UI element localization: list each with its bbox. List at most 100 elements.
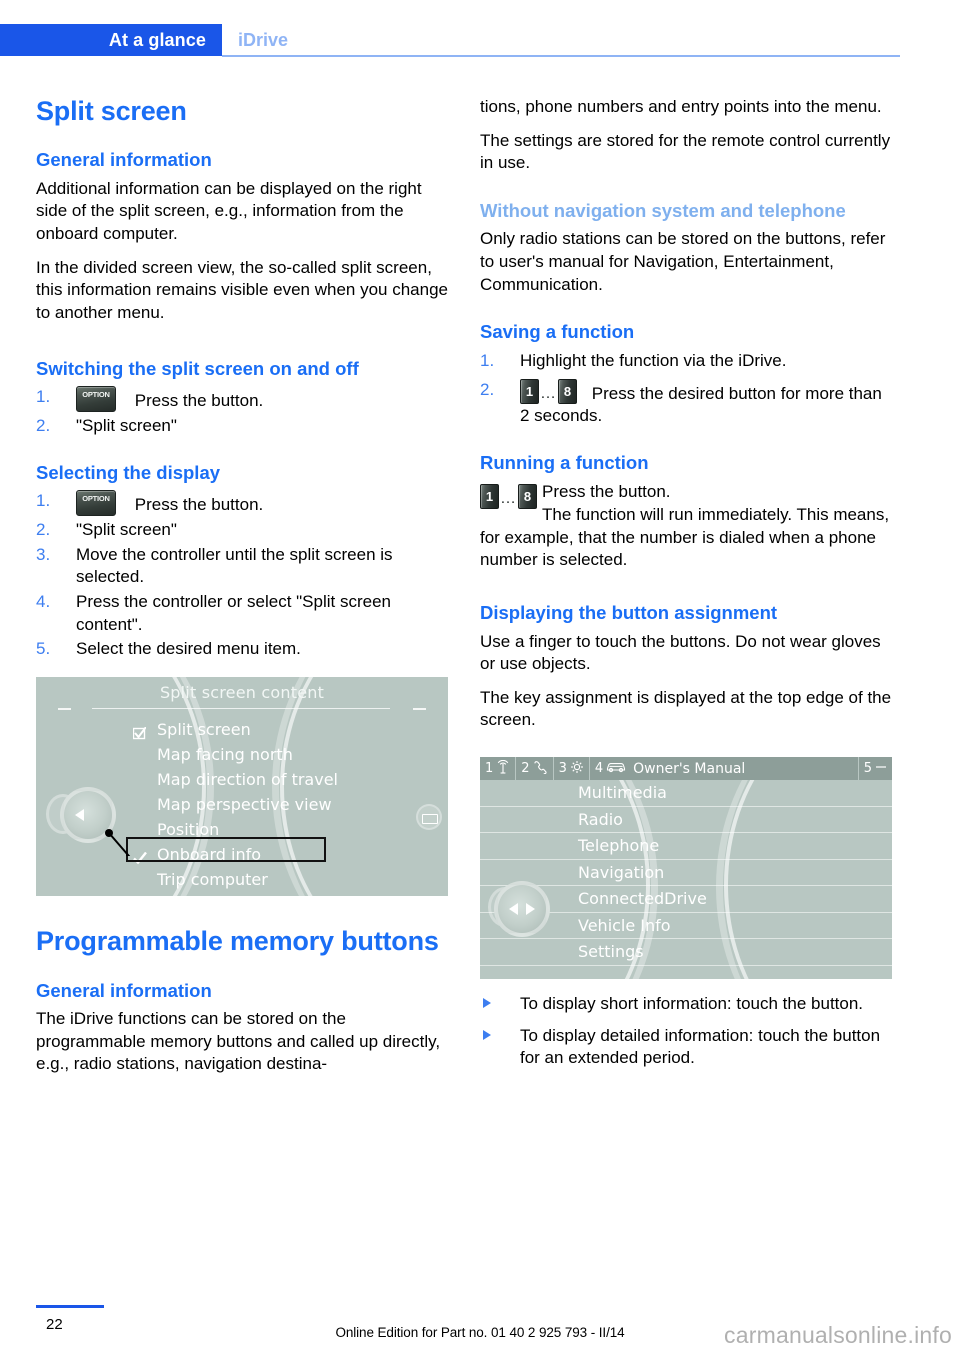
idrive-main-menu-list: Multimedia Radio Telephone Navigation Co… [480,780,892,966]
assignment-slot-1-number: 1 [485,761,494,776]
assignment-slot-2-number: 2 [521,761,530,776]
memory-button-8-icon: 8 [518,483,537,509]
step-number: 4. [36,592,51,612]
breadcrumb-tab-at-a-glance[interactable]: At a glance [0,24,222,56]
assignment-slot-3[interactable]: 3 [554,757,590,780]
idrive-screenshot-main-menu: 1 2 3 4 Owner's Manual 5 Multimedia Radi… [480,757,892,979]
idrive-main-menu-item-label: Radio [578,809,623,829]
step-item: 1. Highlight the function via the iDrive… [480,350,892,373]
breadcrumb-tab-idrive[interactable]: iDrive [238,24,288,56]
assignment-slot-5[interactable]: 5 [859,757,892,780]
idrive-screen-title: Split screen content [159,683,325,703]
bullet-item: To display short information: touch the … [480,993,892,1016]
car-icon [606,760,626,777]
step-number: 2. [36,519,51,539]
step-number: 1. [480,350,495,370]
idrive-main-menu-item-multimedia[interactable]: Multimedia [480,780,892,807]
idrive-main-menu-item-label: Telephone [578,836,660,855]
step-text: Highlight the function via the iDrive. [520,350,787,370]
step-item: 5. Select the desired menu item. [36,638,448,661]
idrive-menu-item-split-screen[interactable]: Split screen [132,717,402,742]
paragraph-continuation-1: tions, phone numbers and entry points in… [480,97,882,116]
step-number: 2. [480,379,495,399]
idrive-main-menu-item-label: Multimedia [578,783,667,802]
steps-saving-a-function: 1. Highlight the function via the iDrive… [480,350,892,428]
steps-switching-split-screen: 1. Press the button. 2. "Split screen" [36,386,448,438]
idrive-main-menu-item-settings[interactable]: Settings [480,939,892,966]
idrive-button-assignment-bar: 1 2 3 4 Owner's Manual 5 [480,757,892,780]
idrive-menu-item-label: Map direction of travel [157,770,338,790]
idrive-menu-item-map-direction-of-travel[interactable]: Map direction of travel [132,767,402,792]
idrive-main-menu-item-telephone[interactable]: Telephone [480,833,892,860]
assignment-slot-4-number: 4 [594,761,604,776]
paragraph-displaying-1: Use a finger to touch the buttons. Do no… [480,631,881,674]
idrive-tick-right [413,708,426,710]
step-number: 1. [36,491,51,511]
idrive-menu-item-label: Map facing north [157,745,293,765]
idrive-menu-item-label: Split screen [157,720,251,740]
idrive-screenshot-split-screen-content: Split screen content Split screen Map fa… [36,677,448,897]
assignment-slot-2[interactable]: 2 [516,757,554,780]
idrive-menu-item-label: Trip computer [157,870,268,890]
step-text: Press the button. [134,391,264,411]
step-text: Move the controller until the split scre… [76,544,393,587]
heading-memory-general-information: General information [36,979,212,1001]
footer-rule [36,1305,104,1308]
bullet-text: To display short information: touch the … [520,994,864,1013]
checkbox-checked-icon [132,722,147,740]
assignment-slot-3-number: 3 [558,761,567,776]
idrive-menu-item-map-perspective-view[interactable]: Map perspective view [132,792,402,817]
assignment-slot-5-number: 5 [863,761,872,776]
memory-button-ellipsis: … [500,489,517,507]
step-text: Select the desired menu item. [76,639,301,659]
idrive-title-divider [92,708,390,710]
assignment-slot-1[interactable]: 1 [480,757,517,780]
dash-icon [875,761,887,777]
paragraph-continuation-2: The settings are stored for the remote c… [480,130,891,173]
step-item: 1. Press the button. [36,386,448,413]
running-a-function-body: 1… 8 Press the button. The function will … [480,481,892,572]
chevron-right-icon [526,903,535,915]
step-text: Press the controller or select "Split sc… [76,592,391,634]
idrive-main-menu-item-label: Settings [578,942,644,961]
step-item: 4. Press the controller or select "Split… [36,591,448,636]
section-title-programmable-memory-buttons: Programmable memory buttons [36,926,439,957]
step-item: 2. "Split screen" [36,519,448,542]
idrive-menu-item-trip-computer[interactable]: Trip computer [132,867,402,892]
steps-selecting-the-display: 1. Press the button. 2. "Split screen" 3… [36,490,448,661]
idrive-controller-knob[interactable] [494,881,550,937]
eject-icon [422,814,438,825]
option-button-icon [76,490,116,517]
idrive-menu-item-map-facing-north[interactable]: Map facing north [132,742,402,767]
idrive-controller-knob[interactable] [60,787,116,844]
chevron-left-icon [509,903,518,915]
idrive-selection-highlight [126,837,326,863]
page-header: At a glance iDrive [0,24,960,57]
memory-buttons-1-8-icon: 1… 8 [480,483,537,509]
bullet-item: To display detailed information: touch t… [480,1025,892,1070]
option-button-icon [76,386,116,413]
idrive-main-menu-item-label: Vehicle Info [578,915,671,935]
memory-button-ellipsis: … [540,384,557,402]
memory-button-1-icon: 1 [480,483,499,509]
idrive-main-menu-item-navigation[interactable]: Navigation [480,860,892,886]
heading-general-information: General information [36,149,212,171]
step-item: 1. Press the button. [36,490,448,517]
paragraph-general-1: Additional information can be displayed … [36,178,422,244]
triangle-bullet-icon [483,998,491,1008]
assignment-slot-4-label: Owner's Manual [633,760,746,777]
heading-selecting-the-display: Selecting the display [36,461,221,483]
heading-displaying-the-button-assignment: Displaying the button assignment [480,602,778,623]
idrive-main-menu-item-radio[interactable]: Radio [480,807,892,833]
idrive-main-menu-item-label: Navigation [578,862,665,882]
step-number: 2. [36,415,51,435]
assignment-slot-4[interactable]: 4 Owner's Manual [590,757,859,780]
running-line-2: The function will run immediately. This … [480,505,890,570]
